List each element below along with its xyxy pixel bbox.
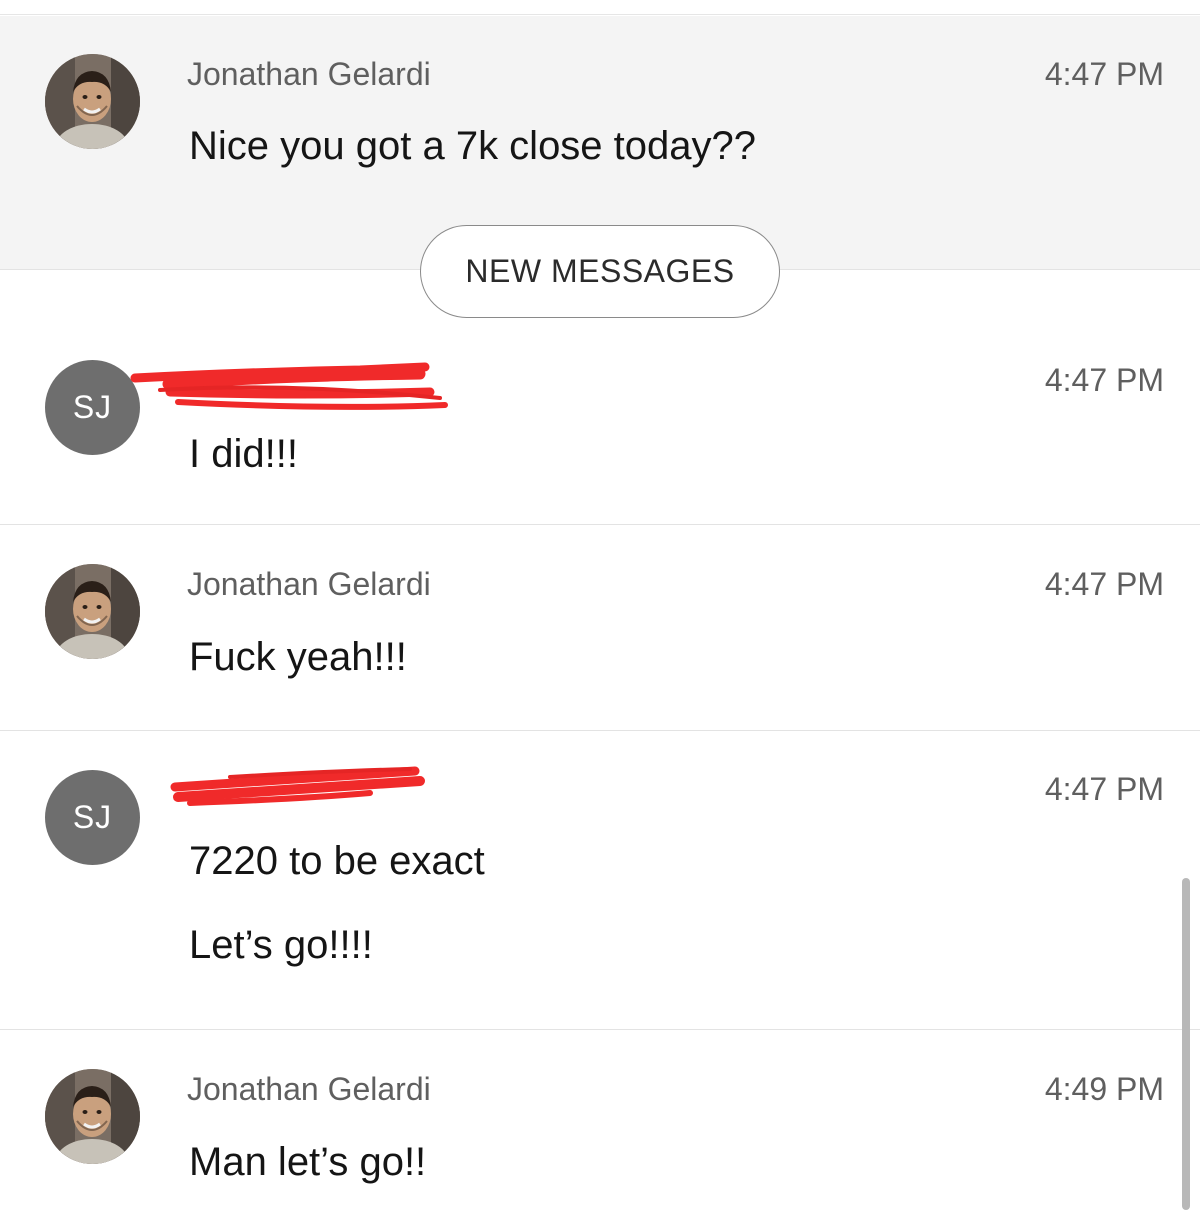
sender-name: Jonathan Gelardi bbox=[187, 56, 431, 92]
message-time: 4:47 PM bbox=[1044, 362, 1164, 398]
sender-name: Jonathan Gelardi bbox=[187, 1071, 431, 1107]
message-text: 7220 to be exact bbox=[189, 839, 485, 883]
message-time: 4:49 PM bbox=[1044, 1071, 1164, 1107]
message-time: 4:47 PM bbox=[1044, 566, 1164, 602]
new-messages-button[interactable]: NEW MESSAGES bbox=[420, 225, 780, 318]
user-avatar-initials[interactable]: SJ bbox=[45, 360, 140, 455]
message-text: Nice you got a 7k close today?? bbox=[189, 124, 757, 168]
message-text: Let’s go!!!! bbox=[189, 923, 373, 967]
user-avatar-photo[interactable] bbox=[45, 54, 140, 149]
message-item[interactable]: Jonathan Gelardi 4:47 PM Fuck yeah!!! bbox=[0, 525, 1200, 730]
redacted-sender-name bbox=[130, 362, 448, 410]
message-item[interactable]: Jonathan Gelardi 4:49 PM Man let’s go!! bbox=[0, 1030, 1200, 1210]
message-time: 4:47 PM bbox=[1044, 56, 1164, 92]
scrollbar[interactable] bbox=[1182, 878, 1190, 1210]
previous-message-edge bbox=[0, 0, 1200, 15]
message-text: I did!!! bbox=[189, 432, 298, 476]
user-avatar-photo[interactable] bbox=[45, 564, 140, 659]
sender-name: Jonathan Gelardi bbox=[187, 566, 431, 602]
user-avatar-initials[interactable]: SJ bbox=[45, 770, 140, 865]
user-avatar-photo[interactable] bbox=[45, 1069, 140, 1164]
message-item[interactable]: SJ 4:47 PM 7220 to be exact Let’s go!!!! bbox=[0, 731, 1200, 1029]
message-text: Fuck yeah!!! bbox=[189, 635, 407, 679]
message-text: Man let’s go!! bbox=[189, 1140, 427, 1184]
redacted-sender-name bbox=[170, 766, 425, 806]
message-thread: Jonathan Gelardi 4:47 PM Nice you got a … bbox=[0, 0, 1200, 1210]
message-time: 4:47 PM bbox=[1044, 771, 1164, 807]
